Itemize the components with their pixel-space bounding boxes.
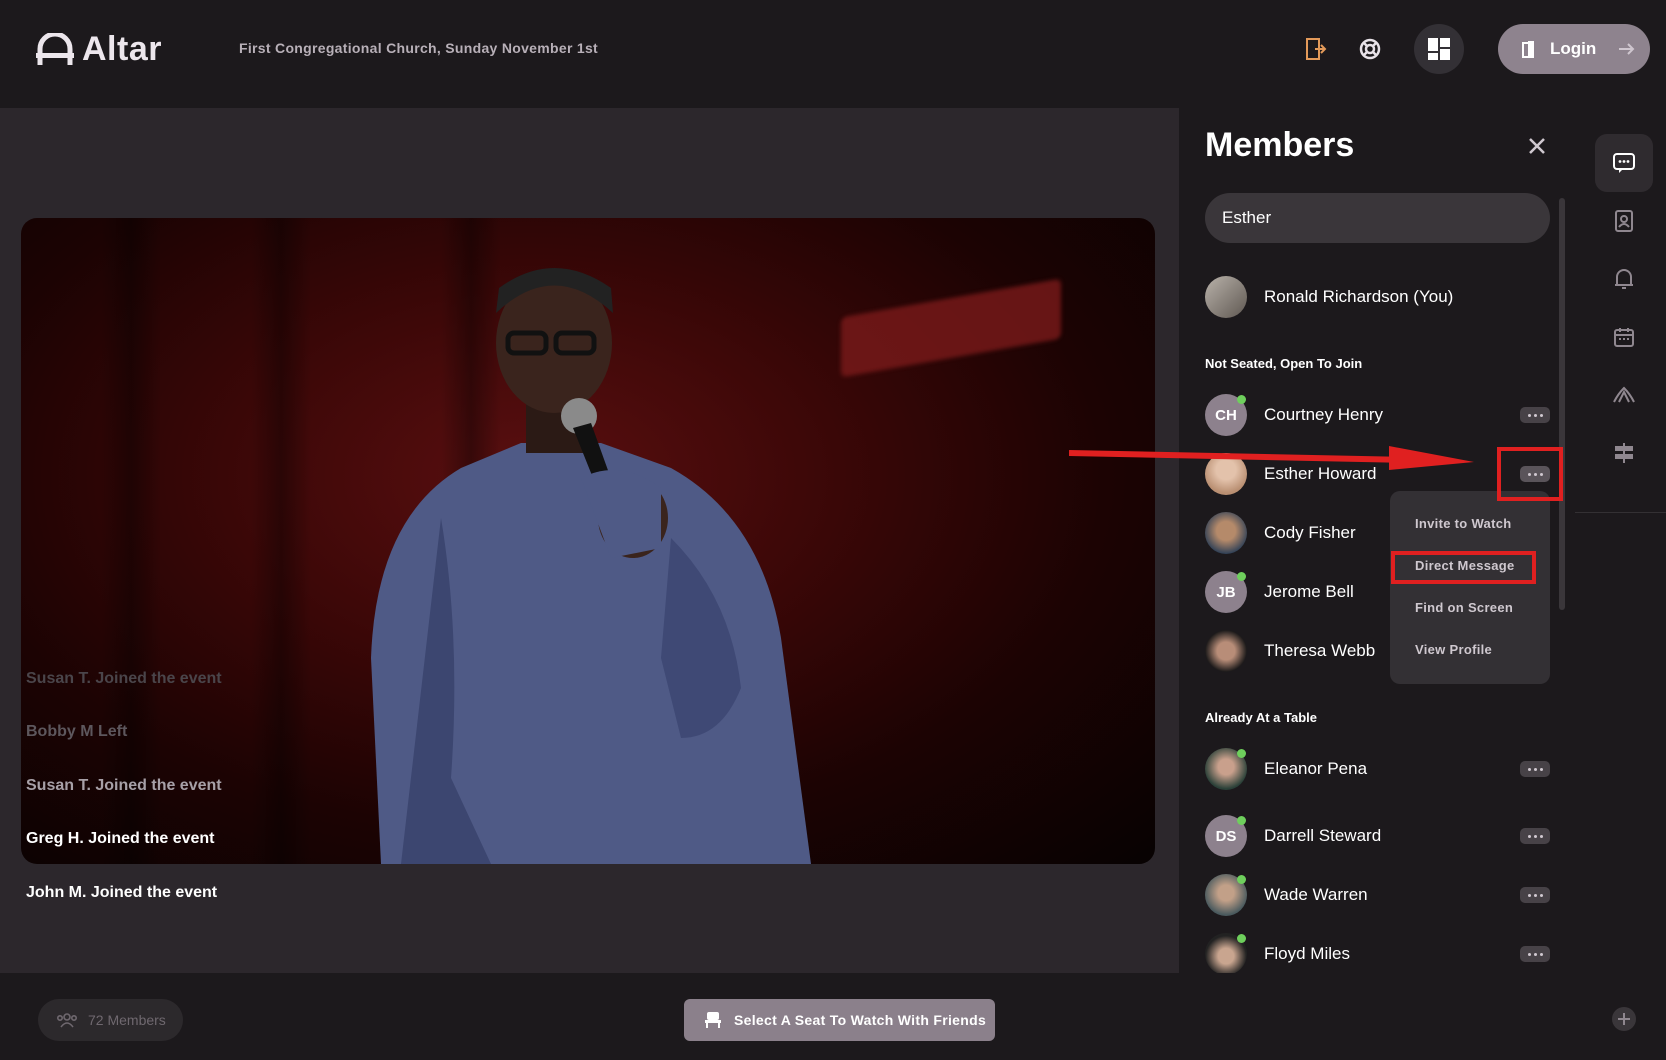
avatar [1205,512,1247,554]
signpost-icon[interactable] [1611,440,1637,466]
prayer-hands-icon[interactable] [1611,382,1637,408]
select-seat-button[interactable]: Select A Seat To Watch With Friends [684,999,995,1041]
member-name: Cody Fisher [1264,523,1356,542]
member-name: Ronald Richardson (You) [1264,287,1454,306]
login-label: Login [1550,39,1597,58]
member-name: Wade Warren [1264,885,1368,904]
plus-icon [1618,1013,1630,1025]
annotation-arrow [1069,446,1474,470]
avatar [1205,933,1247,973]
event-title: First Congregational Church, Sunday Nove… [239,40,599,56]
member-name: Courtney Henry [1264,405,1384,424]
member-options-button[interactable] [1520,887,1550,903]
menu-item-invite-to-watch[interactable]: Invite to Watch [1415,516,1511,531]
section-label-at-table: Already At a Table [1205,710,1317,725]
avatar-initials: JB [1216,583,1236,601]
layout-toggle-button[interactable] [1414,24,1464,74]
member-name: Jerome Bell [1264,582,1354,601]
member-context-menu: Invite to Watch Direct Message Find on S… [1390,491,1550,684]
avatar: DS [1205,815,1247,857]
speaker-figure [371,268,811,864]
annotation-highlight-options [1497,447,1563,501]
section-label-not-seated: Not Seated, Open To Join [1205,356,1363,371]
avatar [1205,874,1247,916]
online-status-dot [1237,749,1246,758]
close-icon [1529,138,1545,154]
member-row-eleanor-pena[interactable]: Eleanor Pena [1205,746,1550,792]
rail-divider [1575,512,1666,513]
activity-feed-item: Susan T. Joined the event [26,777,222,794]
members-scrollbar[interactable] [1559,198,1565,610]
online-status-dot [1237,875,1246,884]
online-status-dot [1237,816,1246,825]
members-count-button[interactable]: 72 Members [38,999,183,1041]
bottom-bar: 72 Members Select A Seat To Watch With F… [0,973,1666,1060]
altar-logo[interactable]: Altar [36,30,162,69]
members-count-label: 72 Members [88,1012,166,1028]
online-status-dot [1237,934,1246,943]
member-name: Darrell Steward [1264,826,1382,845]
member-name: Eleanor Pena [1264,759,1368,778]
online-status-dot [1237,395,1246,404]
layout-grid-icon [1428,38,1450,60]
member-row-wade-warren[interactable]: Wade Warren [1205,872,1550,918]
door-login-icon [1522,41,1534,58]
activity-feed-item: Greg H. Joined the event [26,830,215,847]
member-row-courtney-henry[interactable]: CH Courtney Henry [1205,392,1550,438]
altar-logo-icon [36,32,74,65]
member-search-input[interactable] [1205,193,1550,243]
avatar [1205,276,1247,318]
members-panel-title: Members [1205,126,1355,164]
contacts-icon[interactable] [1611,208,1637,234]
bell-icon[interactable] [1611,266,1637,292]
menu-item-view-profile[interactable]: View Profile [1415,642,1492,657]
member-options-button[interactable] [1520,828,1550,844]
calendar-icon[interactable] [1611,324,1637,350]
select-seat-label: Select A Seat To Watch With Friends [734,1012,987,1028]
right-rail [1575,108,1666,973]
activity-feed-item: John M. Joined the event [26,884,218,901]
avatar [1205,748,1247,790]
exit-door-icon[interactable] [1302,35,1330,63]
login-button[interactable]: Login [1498,24,1650,74]
add-button[interactable] [1612,1007,1636,1031]
chat-icon[interactable] [1611,150,1637,176]
member-row-floyd-miles[interactable]: Floyd Miles [1205,931,1550,973]
lifebuoy-icon[interactable] [1356,35,1384,63]
close-panel-button[interactable] [1525,134,1549,158]
avatar [1205,630,1247,672]
logo-wordmark: Altar [82,30,162,68]
avatar: JB [1205,571,1247,613]
member-row-darrell-steward[interactable]: DS Darrell Steward [1205,813,1550,859]
avatar-initials: CH [1215,406,1237,424]
member-name: Theresa Webb [1264,641,1376,660]
avatar-initials: DS [1215,827,1237,845]
avatar: CH [1205,394,1247,436]
arrow-right-icon [1619,43,1635,55]
activity-feed-item: Bobby M Left [26,723,128,740]
member-options-button[interactable] [1520,407,1550,423]
activity-feed-item: Susan T. Joined the event [26,670,222,687]
member-options-button[interactable] [1520,761,1550,777]
people-group-icon [56,1013,78,1028]
annotation-highlight-direct-message [1391,551,1536,584]
seat-icon [705,1012,721,1028]
menu-item-find-on-screen[interactable]: Find on Screen [1415,600,1513,615]
live-video-player[interactable] [21,218,1155,864]
online-status-dot [1237,572,1246,581]
top-header: Altar First Congregational Church, Sunda… [0,0,1666,108]
member-options-button[interactable] [1520,946,1550,962]
self-member-row[interactable]: Ronald Richardson (You) [1205,274,1550,320]
member-name: Floyd Miles [1264,944,1350,963]
main-stage: Susan T. Joined the event Bobby M Left S… [0,108,1179,973]
